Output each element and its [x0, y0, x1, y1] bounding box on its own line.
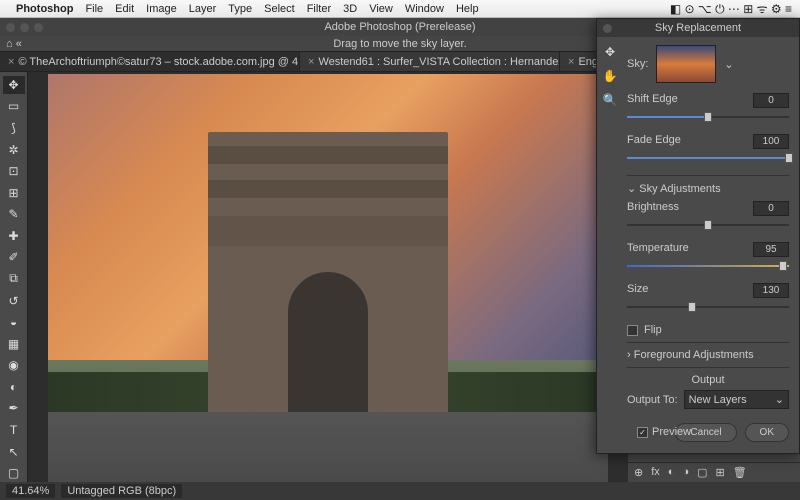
- pen-tool[interactable]: ✒: [3, 400, 25, 418]
- doc-tab-2[interactable]: × Westend61 : Surfer_VISTA Collection : …: [300, 52, 560, 71]
- minimize-window-icon[interactable]: [20, 23, 29, 32]
- menu-edit[interactable]: Edit: [115, 3, 134, 15]
- menu-layer[interactable]: Layer: [189, 3, 217, 15]
- output-header: Output: [627, 374, 789, 386]
- tab-label: Westend61 : Surfer_VISTA Collection : He…: [318, 56, 560, 68]
- flip-checkbox[interactable]: Flip: [627, 324, 789, 336]
- doc-tab-1[interactable]: × © TheArchoftriumph©satur73 – stock.ado…: [0, 52, 300, 71]
- checkbox-label: Preview: [652, 426, 691, 438]
- size-slider[interactable]: Size 130: [627, 283, 789, 314]
- tab-label: © TheArchoftriumph©satur73 – stock.adobe…: [18, 56, 300, 68]
- lasso-tool[interactable]: ⟆: [3, 119, 25, 137]
- slider-value[interactable]: 100: [753, 134, 789, 149]
- move-sky-tool[interactable]: ✥: [601, 43, 619, 61]
- panel-title: Sky Replacement: [655, 22, 741, 34]
- slider-label: Brightness: [627, 201, 679, 216]
- shape-tool[interactable]: ▢: [3, 464, 25, 482]
- close-window-icon[interactable]: [6, 23, 15, 32]
- output-to-dropdown[interactable]: New Layers⌄: [684, 390, 789, 409]
- sky-adjustments-header[interactable]: ⌄ Sky Adjustments: [627, 182, 789, 195]
- fade-edge-slider[interactable]: Fade Edge 100: [627, 134, 789, 165]
- slider-label: Temperature: [627, 242, 689, 257]
- link-layers-icon[interactable]: ⊕: [634, 466, 643, 479]
- sky-preset-thumb[interactable]: [656, 45, 716, 83]
- layers-bottom-bar: ⊕ fx ◐ ◑ ▢ ⊞ 🗑: [628, 462, 800, 482]
- toolbox: ✥ ▭ ⟆ ✲ ⊡ ⊞ ✎ ✚ ✐ ⧉ ↺ ◒ ▦ ◉ ◐ ✒ T ↖ ▢: [0, 72, 28, 482]
- window-title: Adobe Photoshop (Prerelease): [324, 21, 475, 33]
- app-menu[interactable]: Photoshop: [16, 3, 73, 15]
- slider-value[interactable]: 130: [753, 283, 789, 298]
- zoom-tool[interactable]: 🔍: [601, 91, 619, 109]
- canvas-area[interactable]: [28, 72, 628, 482]
- document-image: [48, 74, 608, 482]
- type-tool[interactable]: T: [3, 421, 25, 439]
- new-layer-icon[interactable]: ⊞: [716, 466, 725, 479]
- sky-label: Sky:: [627, 58, 648, 70]
- eraser-tool[interactable]: ◒: [3, 313, 25, 331]
- blur-tool[interactable]: ◉: [3, 357, 25, 375]
- chevron-down-icon[interactable]: ⌄: [724, 58, 733, 71]
- crop-tool[interactable]: ⊡: [3, 162, 25, 180]
- path-select-tool[interactable]: ↖: [3, 443, 25, 461]
- options-hint: Drag to move the sky layer.: [333, 38, 466, 50]
- slider-label: Size: [627, 283, 648, 298]
- sky-replacement-panel: Sky Replacement ✥ ✋ 🔍 Sky: ⌄ Shift Edge 0…: [596, 18, 800, 454]
- brightness-slider[interactable]: Brightness 0: [627, 201, 789, 232]
- menu-type[interactable]: Type: [228, 3, 252, 15]
- menu-window[interactable]: Window: [405, 3, 444, 15]
- close-panel-icon[interactable]: [603, 24, 612, 33]
- menu-view[interactable]: View: [369, 3, 393, 15]
- zoom-level[interactable]: 41.64%: [6, 484, 55, 498]
- panel-tools: ✥ ✋ 🔍: [601, 43, 619, 109]
- brush-tool[interactable]: ✐: [3, 249, 25, 267]
- chevron-down-icon: ⌄: [775, 393, 784, 406]
- history-brush-tool[interactable]: ↺: [3, 292, 25, 310]
- shift-edge-slider[interactable]: Shift Edge 0: [627, 93, 789, 124]
- menu-3d[interactable]: 3D: [343, 3, 357, 15]
- status-bar: 41.64% Untagged RGB (8bpc): [0, 482, 800, 500]
- group-icon[interactable]: ▢: [697, 466, 707, 479]
- zoom-window-icon[interactable]: [34, 23, 43, 32]
- slider-label: Fade Edge: [627, 134, 681, 149]
- hand-tool[interactable]: ✋: [601, 67, 619, 85]
- frame-tool[interactable]: ⊞: [3, 184, 25, 202]
- move-tool[interactable]: ✥: [3, 76, 25, 94]
- doc-info[interactable]: Untagged RGB (8bpc): [61, 484, 182, 498]
- foreground-adjustments-header[interactable]: › Foreground Adjustments: [627, 349, 789, 361]
- ok-button[interactable]: OK: [745, 423, 789, 442]
- quick-select-tool[interactable]: ✲: [3, 141, 25, 159]
- trash-icon[interactable]: 🗑: [733, 466, 747, 479]
- stamp-tool[interactable]: ⧉: [3, 270, 25, 288]
- eyedropper-tool[interactable]: ✎: [3, 205, 25, 223]
- menu-select[interactable]: Select: [264, 3, 295, 15]
- mask-icon[interactable]: ◐: [668, 466, 675, 479]
- menu-file[interactable]: File: [85, 3, 103, 15]
- slider-value[interactable]: 0: [753, 93, 789, 108]
- macos-menubar: Photoshop File Edit Image Layer Type Sel…: [0, 0, 800, 18]
- healing-tool[interactable]: ✚: [3, 227, 25, 245]
- menubar-status-icons: ◧ ⊙ ⌥ ⏻ ⋯ ⊞ ᯤ ⚙ ≡: [670, 0, 792, 17]
- temperature-slider[interactable]: Temperature 95: [627, 242, 789, 273]
- marquee-tool[interactable]: ▭: [3, 98, 25, 116]
- slider-value[interactable]: 95: [753, 242, 789, 257]
- menu-filter[interactable]: Filter: [307, 3, 331, 15]
- window-controls[interactable]: [6, 23, 43, 32]
- menu-help[interactable]: Help: [456, 3, 479, 15]
- close-tab-icon[interactable]: ×: [308, 56, 314, 68]
- dodge-tool[interactable]: ◐: [3, 378, 25, 396]
- checkbox-label: Flip: [644, 324, 662, 336]
- slider-value[interactable]: 0: [753, 201, 789, 216]
- home-icon[interactable]: ⌂ «: [6, 38, 22, 50]
- output-to-label: Output To:: [627, 394, 678, 406]
- gradient-tool[interactable]: ▦: [3, 335, 25, 353]
- preview-checkbox[interactable]: ✓Preview: [637, 426, 691, 438]
- close-tab-icon[interactable]: ×: [568, 56, 574, 68]
- close-tab-icon[interactable]: ×: [8, 56, 14, 68]
- slider-label: Shift Edge: [627, 93, 678, 108]
- adjustment-icon[interactable]: ◑: [682, 466, 689, 479]
- panel-header[interactable]: Sky Replacement: [597, 19, 799, 37]
- fx-icon[interactable]: fx: [651, 466, 660, 479]
- menu-image[interactable]: Image: [146, 3, 177, 15]
